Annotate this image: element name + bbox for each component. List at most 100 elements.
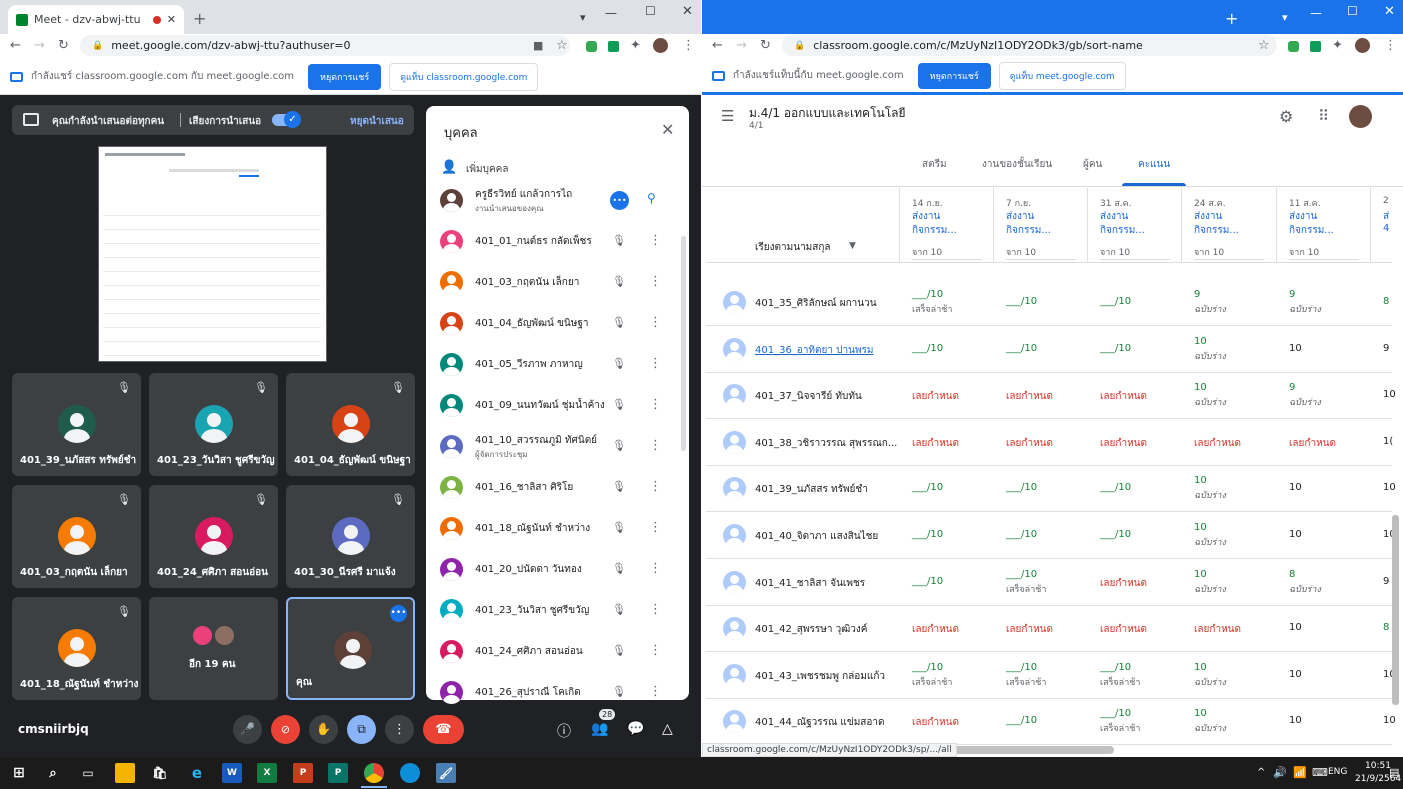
- task-view-icon[interactable]: ▭: [78, 763, 98, 783]
- assignment-title-cont[interactable]: กิจกรรม...: [1100, 223, 1145, 238]
- reload-icon[interactable]: ↻: [58, 39, 69, 52]
- nav-tab[interactable]: สตรีม: [922, 157, 947, 172]
- participant-tile[interactable]: คุณ •••: [286, 597, 415, 700]
- student-name[interactable]: 401_36_อาทิตยา ปานพรม: [755, 343, 874, 358]
- person-menu-icon[interactable]: ⋮: [649, 643, 662, 658]
- classroom-tab-search-icon[interactable]: ▾: [1282, 11, 1288, 24]
- classroom-menu-icon[interactable]: ⋮: [1384, 39, 1397, 52]
- grade-cell[interactable]: ___/10 เสร็จล่าช้า: [1006, 569, 1046, 596]
- person-row[interactable]: 401_09_นนทวัฒน์ ชุ่มน้ำค้าง 🎙 ⋮: [440, 385, 670, 426]
- camera-blocked-icon[interactable]: ■: [533, 40, 543, 51]
- person-menu-icon[interactable]: ⋮: [649, 397, 662, 412]
- add-people-button[interactable]: เพิ่มบุคคล: [466, 162, 508, 177]
- person-menu-icon[interactable]: ⋮: [649, 438, 662, 453]
- sort-dropdown[interactable]: เรียงตามนามสกุล: [755, 240, 831, 255]
- meeting-details-icon[interactable]: ⓘ: [557, 721, 571, 741]
- participant-tile[interactable]: 401_03_กฤตนัน เล็กยา 🎙: [12, 485, 141, 588]
- grade-cell[interactable]: 8: [1383, 622, 1389, 633]
- student-row[interactable]: 401_40_จิดาภา แสงสินไชย ___/10 ___/10 ___/1…: [706, 513, 1396, 559]
- student-name[interactable]: 401_40_จิดาภา แสงสินไชย: [755, 529, 878, 544]
- grade-cell[interactable]: เลยกำหนด: [1100, 622, 1147, 637]
- nav-tab[interactable]: ผู้คน: [1083, 157, 1102, 172]
- assignment-title-cont[interactable]: กิจกรรม...: [1006, 223, 1051, 238]
- grade-cell[interactable]: เลยกำหนด: [912, 389, 959, 404]
- assignment-title[interactable]: ส่งงาน: [1100, 209, 1128, 224]
- grade-cell[interactable]: 1(: [1383, 436, 1393, 447]
- student-row[interactable]: 401_37_นิจจารีย์ ทับทัน เลยกำหนด เลยกำหนด เ…: [706, 373, 1396, 420]
- person-menu-icon[interactable]: ⋮: [649, 479, 662, 494]
- nav-tab[interactable]: คะแนน: [1138, 157, 1170, 172]
- grade-cell[interactable]: ___/10: [912, 576, 943, 587]
- grade-cell[interactable]: เลยกำหนด: [1100, 576, 1147, 591]
- student-row[interactable]: 401_39_นภัสสร ทรัพย์ชำ ___/10 ___/10 ___/10…: [706, 466, 1396, 513]
- assignment-title-cont[interactable]: กิจกรรม...: [912, 223, 957, 238]
- grade-cell[interactable]: 10 ฉบับร่าง: [1194, 475, 1226, 502]
- camera-off-button[interactable]: ⊘: [271, 715, 300, 744]
- store-icon[interactable]: 🛍: [150, 763, 170, 783]
- participant-tile[interactable]: 401_23_วันวิสา ชูศรีขวัญ 🎙: [149, 373, 278, 476]
- forward-icon[interactable]: →: [34, 39, 45, 52]
- grade-cell[interactable]: 9 ฉบับร่าง: [1194, 289, 1226, 316]
- assignment-title-cont[interactable]: 4: [1383, 223, 1389, 234]
- student-name[interactable]: 401_44_ณัฐวรรณ แข่มสอาด: [755, 715, 885, 730]
- bookmark-star-icon[interactable]: ☆: [556, 39, 568, 52]
- meet-tab[interactable]: Meet - dzv-abwj-ttu ✕: [8, 5, 184, 34]
- grade-cell[interactable]: เลยกำหนด: [1100, 389, 1147, 404]
- grade-cell[interactable]: เลยกำหนด: [912, 436, 959, 451]
- classroom-extension-1-icon[interactable]: [1288, 41, 1299, 52]
- edge-icon[interactable]: [400, 763, 420, 783]
- chrome-icon[interactable]: [364, 763, 384, 783]
- participant-tile[interactable]: อีก 19 คน: [149, 597, 278, 700]
- grade-cell[interactable]: เลยกำหนด: [1194, 436, 1241, 451]
- grade-cell[interactable]: 10: [1383, 715, 1396, 726]
- classroom-view-tab-button[interactable]: ดูแท็บ meet.google.com: [998, 61, 1126, 90]
- grade-cell[interactable]: 10 ฉบับร่าง: [1194, 522, 1226, 549]
- grade-cell[interactable]: 9 ฉบับร่าง: [1289, 289, 1321, 316]
- participant-tile[interactable]: 401_04_ธัญพัฒน์ ขนิษฐา 🎙: [286, 373, 415, 476]
- classroom-extensions-icon[interactable]: ✦: [1332, 39, 1343, 52]
- extension-1-icon[interactable]: [586, 41, 597, 52]
- grade-cell[interactable]: 9: [1383, 343, 1389, 354]
- word-icon[interactable]: W: [222, 763, 242, 783]
- extensions-icon[interactable]: ✦: [630, 39, 641, 52]
- classroom-maximize-icon[interactable]: ☐: [1347, 4, 1358, 18]
- tray-chevron-icon[interactable]: ^: [1257, 767, 1265, 778]
- clock-time[interactable]: 10:51: [1365, 761, 1391, 771]
- assignment-title[interactable]: ส่งงาน: [1006, 209, 1034, 224]
- grade-cell[interactable]: 10: [1289, 715, 1302, 726]
- chat-icon[interactable]: 💬: [627, 721, 644, 737]
- grade-cell[interactable]: ___/10: [1006, 343, 1037, 354]
- file-explorer-icon[interactable]: [115, 763, 135, 783]
- search-icon[interactable]: ⌕: [43, 763, 63, 783]
- person-menu-icon[interactable]: ⋮: [649, 561, 662, 576]
- hamburger-menu-icon[interactable]: ☰: [721, 107, 734, 125]
- close-panel-icon[interactable]: ✕: [661, 120, 674, 139]
- present-now-button[interactable]: ⧉: [347, 715, 376, 744]
- grade-cell[interactable]: 10: [1289, 529, 1302, 540]
- student-name[interactable]: 401_43_เพชรชมพู กล่อมแก้ว: [755, 669, 885, 684]
- assignment-title[interactable]: ส่งงาน: [1289, 209, 1317, 224]
- person-menu-icon[interactable]: ⋮: [649, 602, 662, 617]
- grade-cell[interactable]: ___/10 เสร็จล่าช้า: [1100, 708, 1140, 735]
- grade-cell[interactable]: ___/10: [1100, 296, 1131, 307]
- person-menu-icon[interactable]: ⋮: [649, 356, 662, 371]
- grade-cell[interactable]: 10: [1289, 669, 1302, 680]
- grade-cell[interactable]: 10 ฉบับร่าง: [1194, 662, 1226, 689]
- grade-cell[interactable]: เลยกำหนด: [1006, 622, 1053, 637]
- add-person-icon[interactable]: 👤: [441, 160, 457, 175]
- stop-presenting-button[interactable]: หยุดนำเสนอ: [350, 114, 404, 129]
- grade-cell[interactable]: ___/10: [1006, 296, 1037, 307]
- person-row[interactable]: 401_26_สุปราณี โคเกิด 🎙 ⋮: [440, 672, 670, 713]
- gradebook-scrollbar[interactable]: [1392, 515, 1399, 705]
- view-tab-button[interactable]: ดูแท็บ classroom.google.com: [389, 62, 539, 91]
- person-menu-icon[interactable]: ⋮: [649, 274, 662, 289]
- grade-cell[interactable]: เลยกำหนด: [1100, 436, 1147, 451]
- student-name[interactable]: 401_35_ศิริลักษณ์ ผกานวน: [755, 296, 877, 311]
- network-icon[interactable]: 📶: [1293, 766, 1307, 779]
- paint-icon[interactable]: 🖌: [436, 763, 456, 783]
- student-name[interactable]: 401_41_ชาลิสา จันเพชร: [755, 576, 865, 591]
- stop-sharing-button[interactable]: หยุดการแชร์: [308, 63, 382, 90]
- person-row[interactable]: 401_18_ณัฐนันท์ ชำหว่าง 🎙 ⋮: [440, 508, 670, 549]
- excel-icon[interactable]: X: [257, 763, 277, 783]
- raise-hand-button[interactable]: ✋: [309, 715, 338, 744]
